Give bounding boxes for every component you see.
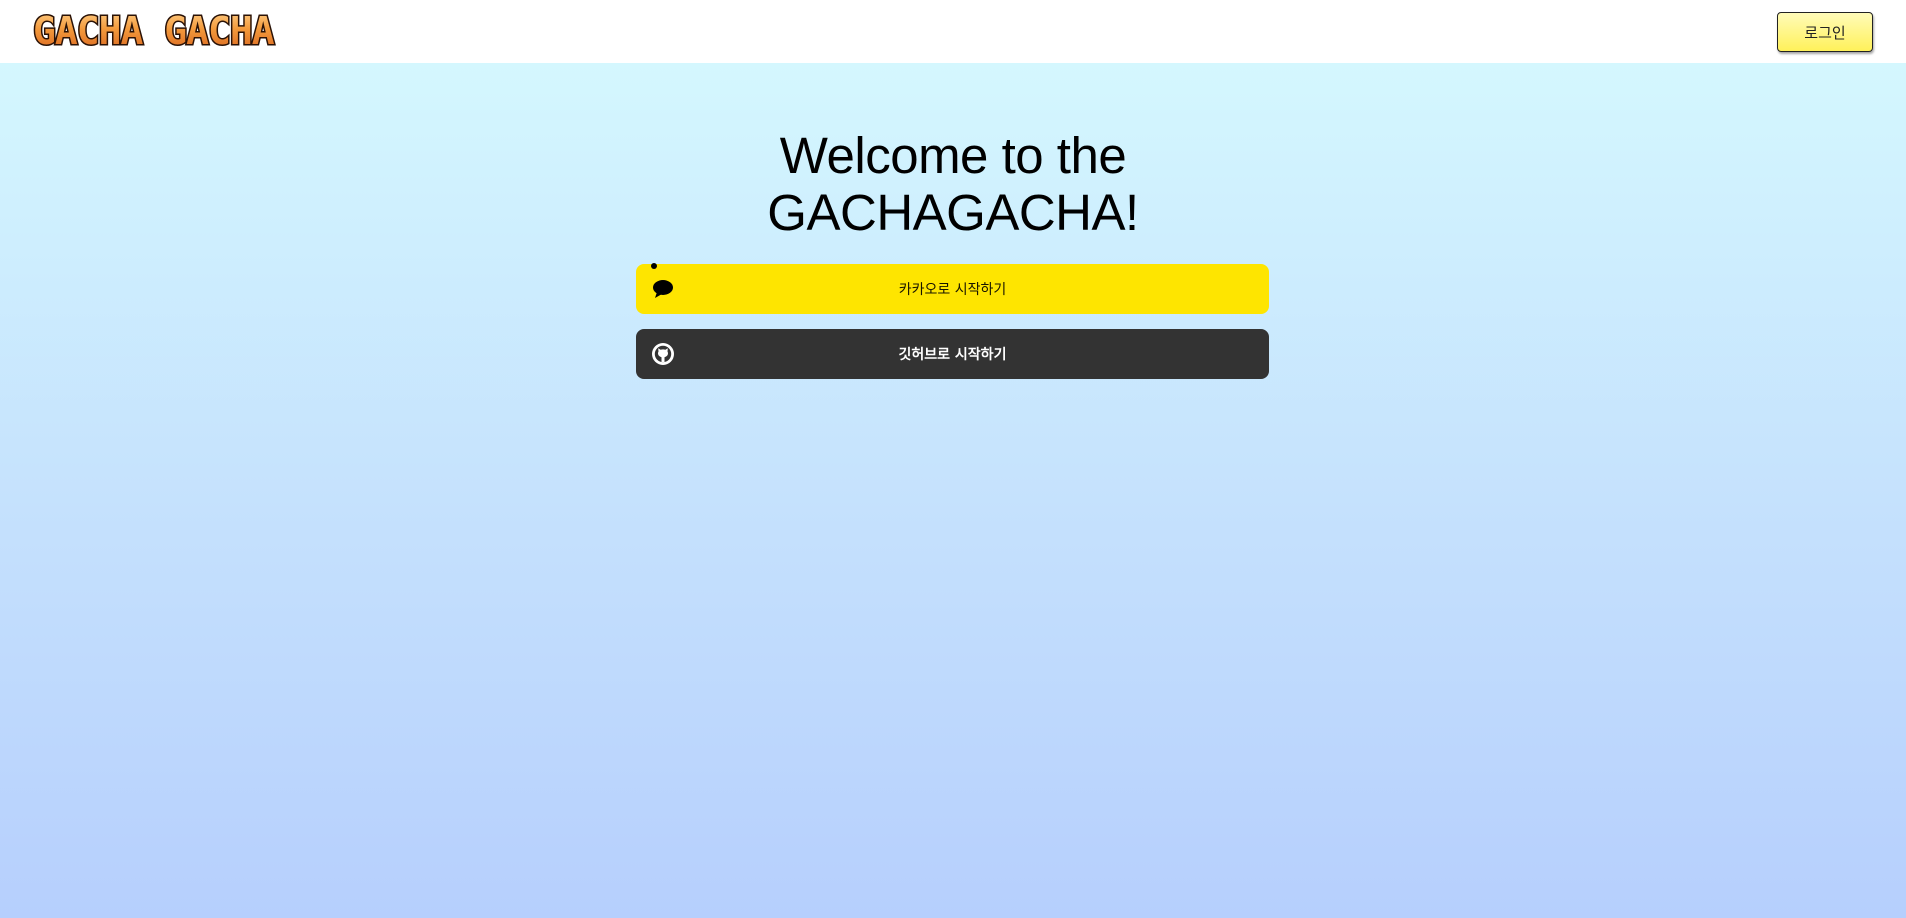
login-button[interactable]: 로그인	[1777, 12, 1873, 52]
login-button-label: 로그인	[1804, 23, 1846, 42]
welcome-title: Welcome to the GACHAGACHA!	[0, 127, 1906, 241]
top-header: GACHA GACHA 로그인	[0, 0, 1906, 63]
main-content: Welcome to the GACHAGACHA! 카카오로 시작하기 깃허브…	[0, 63, 1906, 918]
kakao-login-button[interactable]: 카카오로 시작하기	[636, 264, 1269, 314]
speech-bubble-icon	[650, 276, 676, 302]
svg-text:GACHA GACHA: GACHA GACHA	[33, 11, 275, 51]
mouse-cursor-icon	[651, 263, 657, 269]
welcome-title-line-1: Welcome to the	[779, 127, 1127, 184]
welcome-title-line-2: GACHAGACHA!	[767, 184, 1139, 241]
github-icon	[650, 341, 676, 367]
kakao-login-label: 카카오로 시작하기	[898, 282, 1007, 298]
github-login-button[interactable]: 깃허브로 시작하기	[636, 329, 1269, 379]
github-login-label: 깃허브로 시작하기	[898, 347, 1007, 363]
gachagacha-logo[interactable]: GACHA GACHA	[31, 9, 311, 53]
